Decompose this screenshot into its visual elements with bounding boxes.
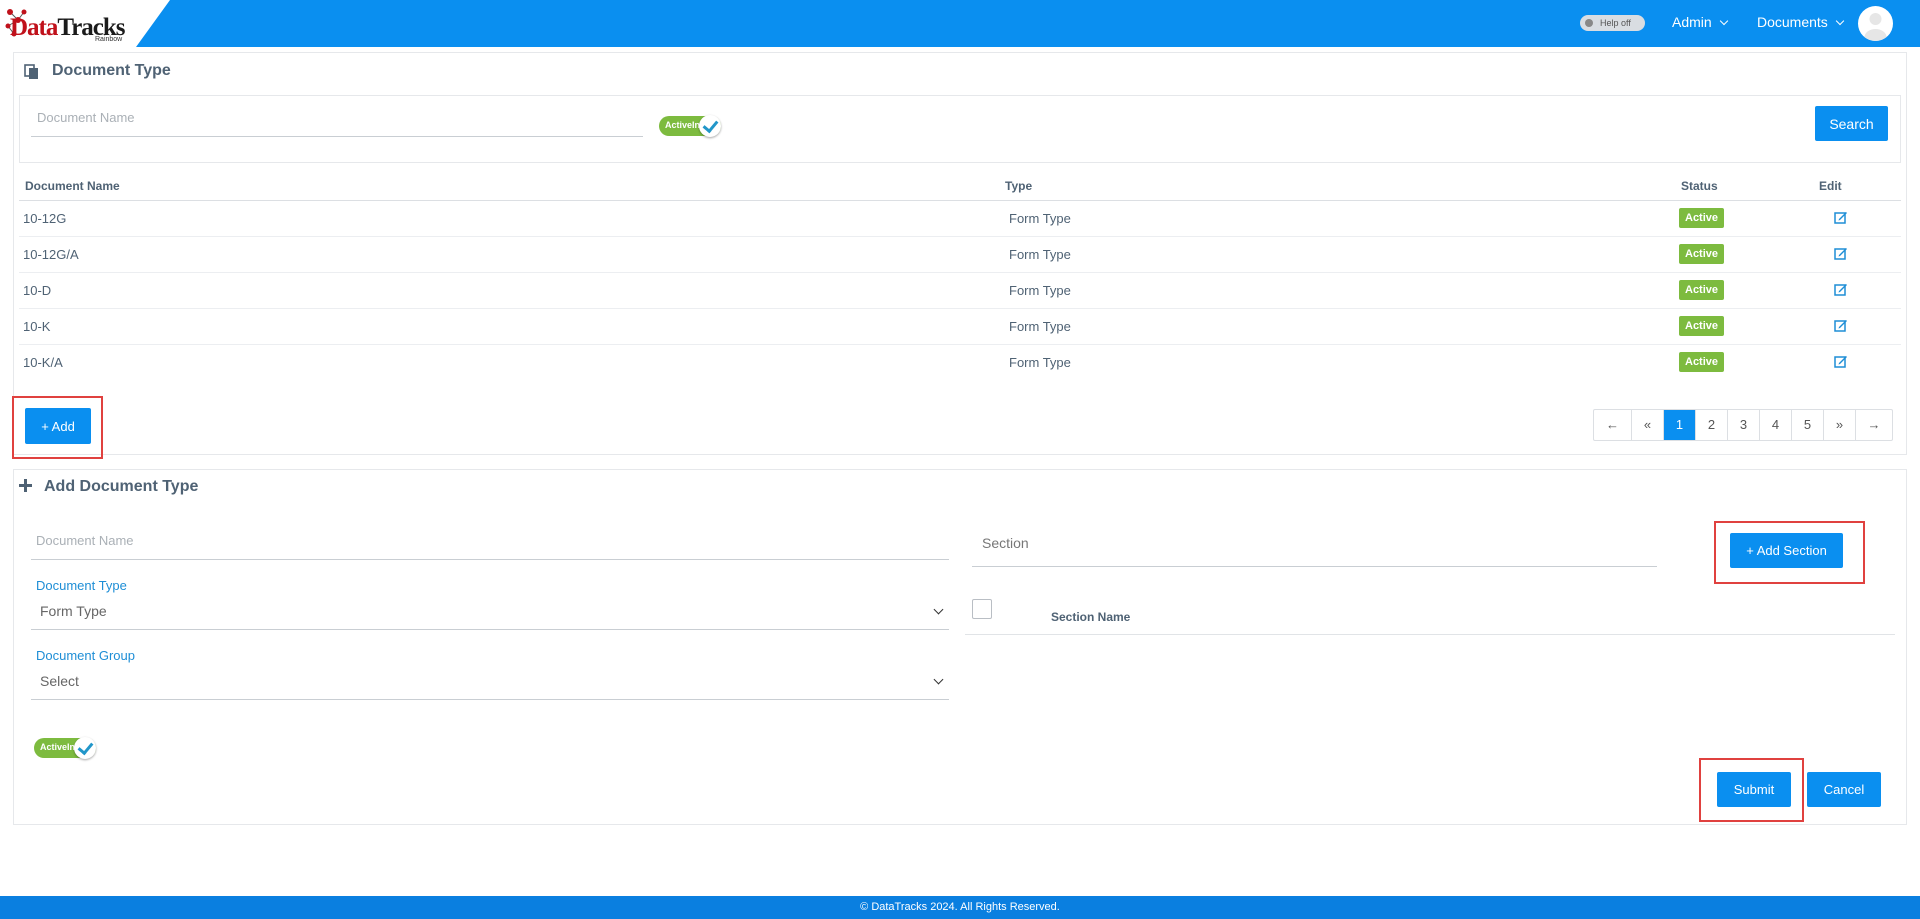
toggle-dot-icon — [1585, 19, 1593, 27]
add-panel-title: Add Document Type — [44, 478, 199, 495]
user-avatar[interactable] — [1858, 6, 1893, 41]
document-name-search-input[interactable]: Document Name — [37, 110, 135, 125]
section-table-divider — [965, 634, 1895, 635]
column-header-type[interactable]: Type — [999, 172, 1675, 201]
edit-icon[interactable] — [1834, 318, 1848, 332]
highlight-box — [12, 396, 103, 459]
cell-document-name: 10-K — [19, 308, 999, 345]
logo[interactable]: DataTracks Rainbow — [0, 0, 170, 47]
active-filter-toggle[interactable]: ActiveIn — [659, 115, 721, 137]
column-header-document-name[interactable]: Document Name — [19, 172, 999, 201]
document-group-select[interactable]: Select — [40, 673, 79, 689]
edit-icon[interactable] — [1834, 282, 1848, 296]
cell-type: Form Type — [999, 308, 1675, 345]
document-type-label: Document Type — [36, 578, 127, 593]
section-input[interactable]: Section — [982, 535, 1029, 551]
select-all-sections-checkbox[interactable] — [972, 599, 992, 619]
cell-type: Form Type — [999, 200, 1675, 237]
pagination-last[interactable]: » — [1824, 410, 1856, 440]
highlight-box — [1714, 521, 1865, 584]
highlight-box — [1699, 758, 1804, 822]
status-badge: Active — [1679, 280, 1725, 300]
column-header-status[interactable]: Status — [1675, 172, 1813, 201]
edit-icon[interactable] — [1834, 246, 1848, 260]
table-header-row: Document Name Type Status Edit — [19, 172, 1901, 201]
footer: © DataTracks 2024. All Rights Reserved. — [0, 896, 1920, 919]
nav-admin[interactable]: Admin — [1672, 14, 1728, 30]
table-row: 10-12G/A Form Type Active — [19, 236, 1901, 273]
cell-document-name: 10-K/A — [23, 354, 63, 370]
chevron-down-icon — [1835, 16, 1845, 26]
section-name-column-header: Section Name — [1051, 610, 1131, 624]
search-input-underline — [31, 136, 643, 137]
document-group-underline — [31, 699, 949, 700]
page-title: Document Type — [52, 62, 171, 79]
nav-documents[interactable]: Documents — [1757, 14, 1845, 30]
pagination-page-4[interactable]: 4 — [1760, 410, 1792, 440]
user-icon — [1864, 13, 1887, 41]
status-badge: Active — [1679, 352, 1725, 373]
pagination-page-2[interactable]: 2 — [1696, 410, 1728, 440]
search-button[interactable]: Search — [1815, 106, 1888, 141]
check-icon — [74, 737, 96, 759]
active-toggle-label: ActiveIn — [40, 742, 76, 752]
edit-icon[interactable] — [1834, 210, 1848, 224]
pagination-page-3[interactable]: 3 — [1728, 410, 1760, 440]
copy-icon — [24, 64, 38, 79]
active-status-toggle[interactable]: ActiveIn — [34, 737, 96, 759]
copyright-text: © DataTracks 2024. All Rights Reserved. — [860, 901, 1060, 913]
cell-type: Form Type — [999, 272, 1675, 309]
pagination-page-5[interactable]: 5 — [1792, 410, 1824, 440]
pagination-next-arrow[interactable]: → — [1856, 410, 1892, 440]
column-header-edit: Edit — [1813, 172, 1901, 201]
logo-subtitle: Rainbow — [95, 36, 123, 43]
document-name-underline — [31, 559, 949, 560]
pagination: ← « 1 2 3 4 5 » → — [1593, 409, 1893, 441]
cell-document-name: 10-12G — [19, 200, 999, 237]
nav-admin-label: Admin — [1672, 14, 1712, 30]
pagination-first[interactable]: « — [1632, 410, 1664, 440]
cell-document-name: 10-D — [19, 272, 999, 309]
table-row: 10-K/A Form Type Active — [19, 344, 1901, 380]
table-row: 10-12G Form Type Active — [19, 200, 1901, 237]
document-type-table: Document Name Type Status Edit 10-12G Fo… — [19, 172, 1901, 380]
cell-type: Form Type — [999, 236, 1675, 273]
status-badge: Active — [1679, 244, 1725, 264]
cancel-button[interactable]: Cancel — [1807, 772, 1881, 807]
cell-document-name: 10-12G/A — [19, 236, 999, 273]
help-toggle-label: Help off — [1600, 18, 1631, 28]
active-toggle-label: ActiveIn — [665, 120, 701, 130]
status-badge: Active — [1679, 316, 1725, 336]
top-navbar: DataTracks Rainbow Help off Admin Docume… — [0, 0, 1920, 47]
chevron-down-icon — [1719, 16, 1728, 26]
cell-type: Form Type — [1009, 354, 1071, 370]
pagination-prev-arrow[interactable]: ← — [1594, 410, 1632, 440]
table-row: 10-K Form Type Active — [19, 308, 1901, 345]
plus-icon — [19, 479, 32, 492]
add-document-type-panel — [13, 469, 1907, 825]
document-type-select[interactable]: Form Type — [40, 603, 107, 619]
edit-icon[interactable] — [1834, 354, 1848, 368]
status-badge: Active — [1679, 208, 1725, 228]
document-group-label: Document Group — [36, 648, 135, 663]
search-filter-box — [19, 95, 1901, 163]
check-icon — [699, 115, 721, 137]
document-type-underline — [31, 629, 949, 630]
table-row: 10-D Form Type Active — [19, 272, 1901, 309]
section-input-underline — [972, 566, 1657, 567]
new-document-name-input[interactable]: Document Name — [36, 533, 134, 548]
pagination-page-1[interactable]: 1 — [1664, 410, 1696, 440]
nav-documents-label: Documents — [1757, 14, 1828, 30]
help-toggle[interactable]: Help off — [1580, 15, 1645, 31]
